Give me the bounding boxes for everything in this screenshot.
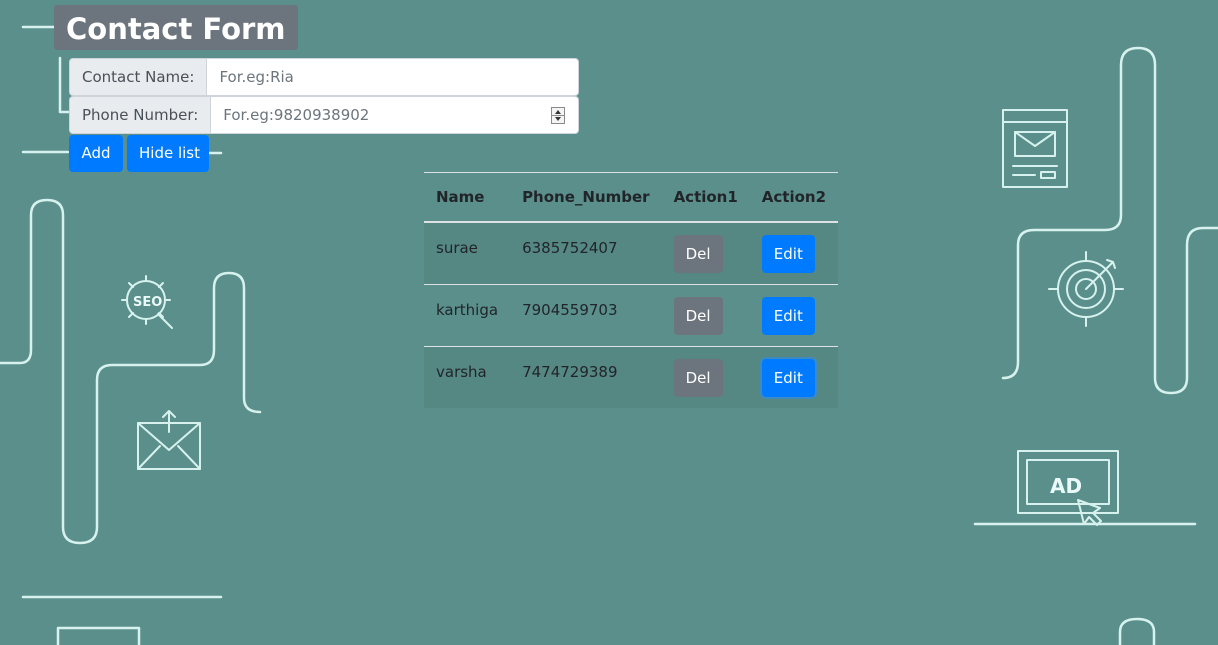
header-action1: Action1	[661, 172, 750, 223]
spinner-down-icon[interactable]	[555, 117, 561, 121]
seo-gear-icon: SEO	[121, 275, 173, 329]
contact-name-label: Contact Name:	[69, 58, 208, 96]
cell-action2: Edit	[750, 346, 838, 408]
cell-action2: Edit	[750, 222, 838, 284]
cell-action1: Del	[662, 346, 750, 408]
svg-text:AD: AD	[1050, 474, 1082, 498]
header-name: Name	[424, 172, 511, 223]
svg-text:SEO: SEO	[133, 295, 162, 310]
delete-button[interactable]: Del	[673, 296, 723, 335]
add-button[interactable]: Add	[69, 135, 123, 172]
cell-action2: Edit	[750, 284, 838, 346]
ad-display-icon: AD	[973, 450, 1197, 526]
contact-name-group: Contact Name:	[69, 58, 579, 96]
contact-name-input[interactable]	[219, 62, 538, 92]
number-spinner[interactable]	[551, 107, 565, 124]
cell-phone: 7904559703	[522, 300, 618, 319]
cell-action1: Del	[662, 222, 750, 284]
phone-number-label: Phone Number:	[69, 96, 212, 134]
contacts-table: Name Phone_Number Action1 Action2 surae …	[424, 172, 839, 408]
mail-upload-icon	[137, 410, 201, 470]
table-row: karthiga 7904559703 Del Edit	[424, 284, 839, 346]
table-row: varsha 7474729389 Del Edit	[424, 346, 839, 408]
spinner-up-icon[interactable]	[555, 110, 561, 114]
table-header-row: Name Phone_Number Action1 Action2	[424, 172, 839, 223]
edit-button[interactable]: Edit	[761, 235, 815, 273]
cell-name: varsha	[436, 362, 487, 381]
phone-number-field-wrapper	[211, 96, 579, 134]
edit-button[interactable]: Edit	[761, 358, 815, 397]
contact-name-field-wrapper	[207, 58, 579, 96]
delete-button[interactable]: Del	[673, 235, 723, 273]
header-phone-number: Phone_Number	[510, 172, 662, 223]
delete-button[interactable]: Del	[673, 358, 723, 397]
header-action2: Action2	[749, 172, 839, 223]
phone-number-group: Phone Number:	[69, 96, 579, 134]
cell-name: karthiga	[436, 300, 499, 319]
hide-list-button[interactable]: Hide list	[127, 135, 209, 172]
cell-phone: 6385752407	[522, 239, 618, 257]
cell-action1: Del	[662, 284, 750, 346]
page-title: Contact Form	[54, 5, 298, 50]
document-mail-icon	[1002, 109, 1068, 188]
table-row: surae 6385752407 Del Edit	[424, 222, 839, 284]
cell-name: surae	[436, 239, 478, 257]
target-icon	[1048, 251, 1124, 327]
phone-number-input[interactable]	[223, 100, 538, 130]
cell-phone: 7474729389	[522, 362, 618, 381]
spinner-divider	[552, 115, 564, 116]
edit-button[interactable]: Edit	[761, 296, 815, 335]
